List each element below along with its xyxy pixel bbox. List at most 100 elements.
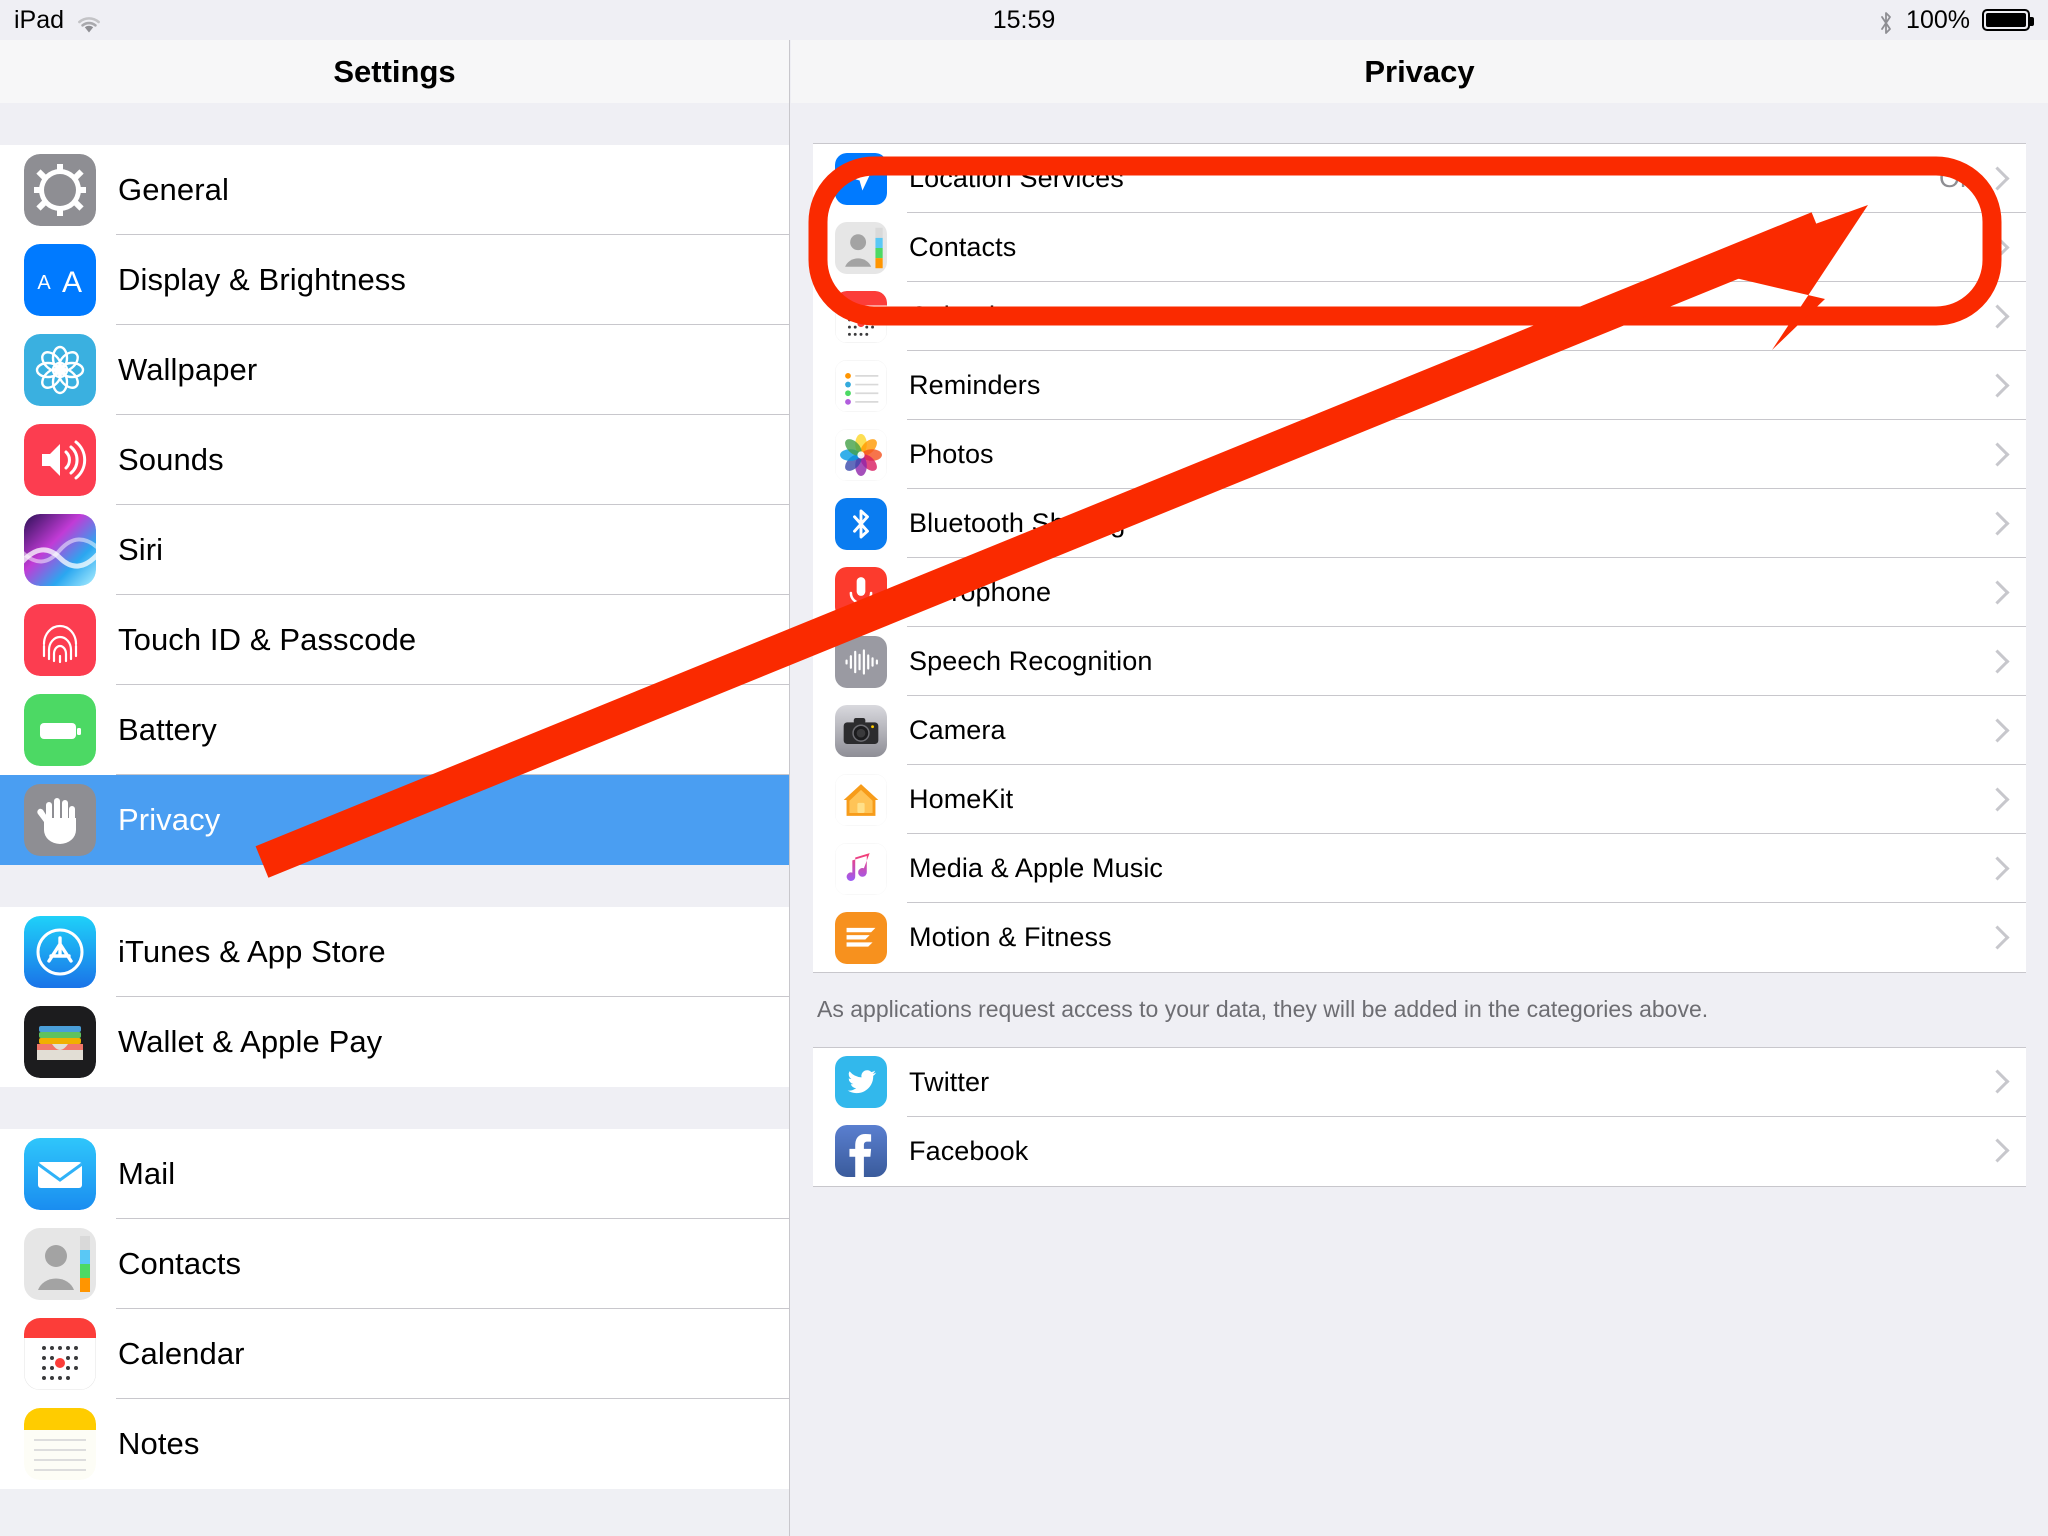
chevron-right-icon xyxy=(1989,236,2002,260)
facebook-icon xyxy=(835,1125,887,1178)
mail-icon xyxy=(24,1138,96,1210)
sidebar-item-display-brightness[interactable]: A A Display & Brightness xyxy=(0,235,789,325)
sidebar-item-label: General xyxy=(118,172,229,207)
privacy-row-microphone[interactable]: Microphone xyxy=(813,558,2026,627)
detail-gap-top xyxy=(791,103,2048,143)
battery-full-icon xyxy=(1982,9,2034,31)
privacy-row-contacts[interactable]: Contacts xyxy=(813,213,2026,282)
privacy-row-bluetooth-sharing[interactable]: Bluetooth Sharing xyxy=(813,489,2026,558)
reminders-icon xyxy=(835,359,887,412)
privacy-row-facebook[interactable]: Facebook xyxy=(813,1116,2026,1186)
sidebar-item-calendar[interactable]: Calendar xyxy=(0,1309,789,1399)
privacy-row-calendars[interactable]: Calendars xyxy=(813,282,2026,351)
privacy-row-label: Microphone xyxy=(909,577,1052,607)
chevron-right-icon xyxy=(1989,581,2002,605)
chevron-right-icon xyxy=(1989,1139,2002,1163)
privacy-row-motion-fitness[interactable]: Motion & Fitness xyxy=(813,903,2026,972)
sidebar-item-label: Wallet & Apple Pay xyxy=(118,1024,383,1059)
svg-text:A: A xyxy=(62,266,82,299)
sidebar-item-itunes-app-store[interactable]: iTunes & App Store xyxy=(0,907,789,997)
privacy-categories-card: Location Services On Contacts Calendars … xyxy=(813,143,2026,973)
sidebar-item-label: Contacts xyxy=(118,1246,242,1281)
privacy-row-camera[interactable]: Camera xyxy=(813,696,2026,765)
fingerprint-icon xyxy=(24,604,96,676)
sidebar-item-privacy[interactable]: Privacy xyxy=(0,775,789,865)
sidebar-item-label: Privacy xyxy=(118,802,221,837)
sidebar-item-wallpaper[interactable]: Wallpaper xyxy=(0,325,789,415)
hand-icon xyxy=(24,784,96,856)
chevron-right-icon xyxy=(1989,443,2002,467)
sidebar-title: Settings xyxy=(0,40,789,103)
sidebar-item-label: Wallpaper xyxy=(118,352,258,387)
sidebar-item-label: Sounds xyxy=(118,442,224,477)
motion-icon xyxy=(835,911,887,964)
privacy-row-speech-recognition[interactable]: Speech Recognition xyxy=(813,627,2026,696)
waveform-icon xyxy=(835,635,887,688)
privacy-detail-pane: Privacy Location Services On Contacts Ca… xyxy=(791,40,2048,1536)
privacy-row-value: On xyxy=(1938,163,1975,193)
sidebar-item-label: Calendar xyxy=(118,1336,245,1371)
sidebar-item-mail[interactable]: Mail xyxy=(0,1129,789,1219)
home-icon xyxy=(835,773,887,826)
sidebar-gap-2 xyxy=(0,1087,789,1129)
notes-icon xyxy=(24,1408,96,1480)
privacy-row-location-services[interactable]: Location Services On xyxy=(813,144,2026,213)
privacy-row-label: HomeKit xyxy=(909,784,1014,814)
sidebar-item-wallet-apple-pay[interactable]: Wallet & Apple Pay xyxy=(0,997,789,1087)
battery-icon xyxy=(24,694,96,766)
sidebar-item-sounds[interactable]: Sounds xyxy=(0,415,789,505)
siri-icon xyxy=(24,514,96,586)
privacy-row-label: Bluetooth Sharing xyxy=(909,508,1126,538)
chevron-right-icon xyxy=(1989,926,2002,950)
page-title: Privacy xyxy=(791,40,2048,103)
contacts-icon xyxy=(835,221,887,274)
privacy-row-reminders[interactable]: Reminders xyxy=(813,351,2026,420)
app-store-icon xyxy=(24,916,96,988)
sidebar-gap-top xyxy=(0,103,789,145)
sidebar-item-contacts[interactable]: Contacts xyxy=(0,1219,789,1309)
contacts-icon xyxy=(24,1228,96,1300)
bluetooth-icon xyxy=(835,497,887,550)
sidebar-item-label: Notes xyxy=(118,1426,200,1461)
clock: 15:59 xyxy=(992,5,1056,34)
sidebar-item-touch-id-passcode[interactable]: Touch ID & Passcode xyxy=(0,595,789,685)
sidebar-item-label: iTunes & App Store xyxy=(118,934,386,969)
gear-icon xyxy=(24,154,96,226)
sidebar-item-general[interactable]: General xyxy=(0,145,789,235)
privacy-row-twitter[interactable]: Twitter xyxy=(813,1047,2026,1117)
privacy-row-label: Motion & Fitness xyxy=(909,922,1112,952)
sidebar-item-battery[interactable]: Battery xyxy=(0,685,789,775)
privacy-row-label: Camera xyxy=(909,715,1006,745)
privacy-row-media-apple-music[interactable]: Media & Apple Music xyxy=(813,834,2026,903)
sidebar-group-3: Mail Contacts Calendar Notes xyxy=(0,1129,789,1489)
settings-sidebar: Settings General A A Display & Brightnes… xyxy=(0,40,790,1536)
sidebar-item-label: Mail xyxy=(118,1156,176,1191)
ipad-screen: iPad 15:59 100% Settings General A A Dis… xyxy=(0,0,2048,1536)
sidebar-item-label: Battery xyxy=(118,712,217,747)
privacy-row-photos[interactable]: Photos xyxy=(813,420,2026,489)
privacy-row-label: Media & Apple Music xyxy=(909,853,1164,883)
privacy-row-label: Reminders xyxy=(909,370,1041,400)
sidebar-item-label: Display & Brightness xyxy=(118,262,407,297)
speaker-icon xyxy=(24,424,96,496)
chevron-right-icon xyxy=(1989,1070,2002,1094)
privacy-row-homekit[interactable]: HomeKit xyxy=(813,765,2026,834)
sidebar-item-label: Siri xyxy=(118,532,164,567)
social-accounts-card: Twitter Facebook xyxy=(813,1046,2026,1187)
sidebar-group-2: iTunes & App Store Wallet & Apple Pay xyxy=(0,907,789,1087)
chevron-right-icon xyxy=(1989,512,2002,536)
chevron-right-icon xyxy=(1989,305,2002,329)
chevron-right-icon xyxy=(1989,167,2002,191)
chevron-right-icon xyxy=(1989,374,2002,398)
sidebar-gap-1 xyxy=(0,865,789,907)
chevron-right-icon xyxy=(1989,788,2002,812)
calendar-icon xyxy=(835,290,887,343)
sidebar-item-siri[interactable]: Siri xyxy=(0,505,789,595)
sidebar-item-notes[interactable]: Notes xyxy=(0,1399,789,1489)
privacy-row-label: Photos xyxy=(909,439,994,469)
privacy-footnote: As applications request access to your d… xyxy=(817,996,1709,1022)
status-bar: iPad 15:59 100% xyxy=(0,0,2048,40)
text-size-icon: A A xyxy=(24,244,96,316)
flower-icon xyxy=(24,334,96,406)
svg-text:A: A xyxy=(37,272,51,294)
